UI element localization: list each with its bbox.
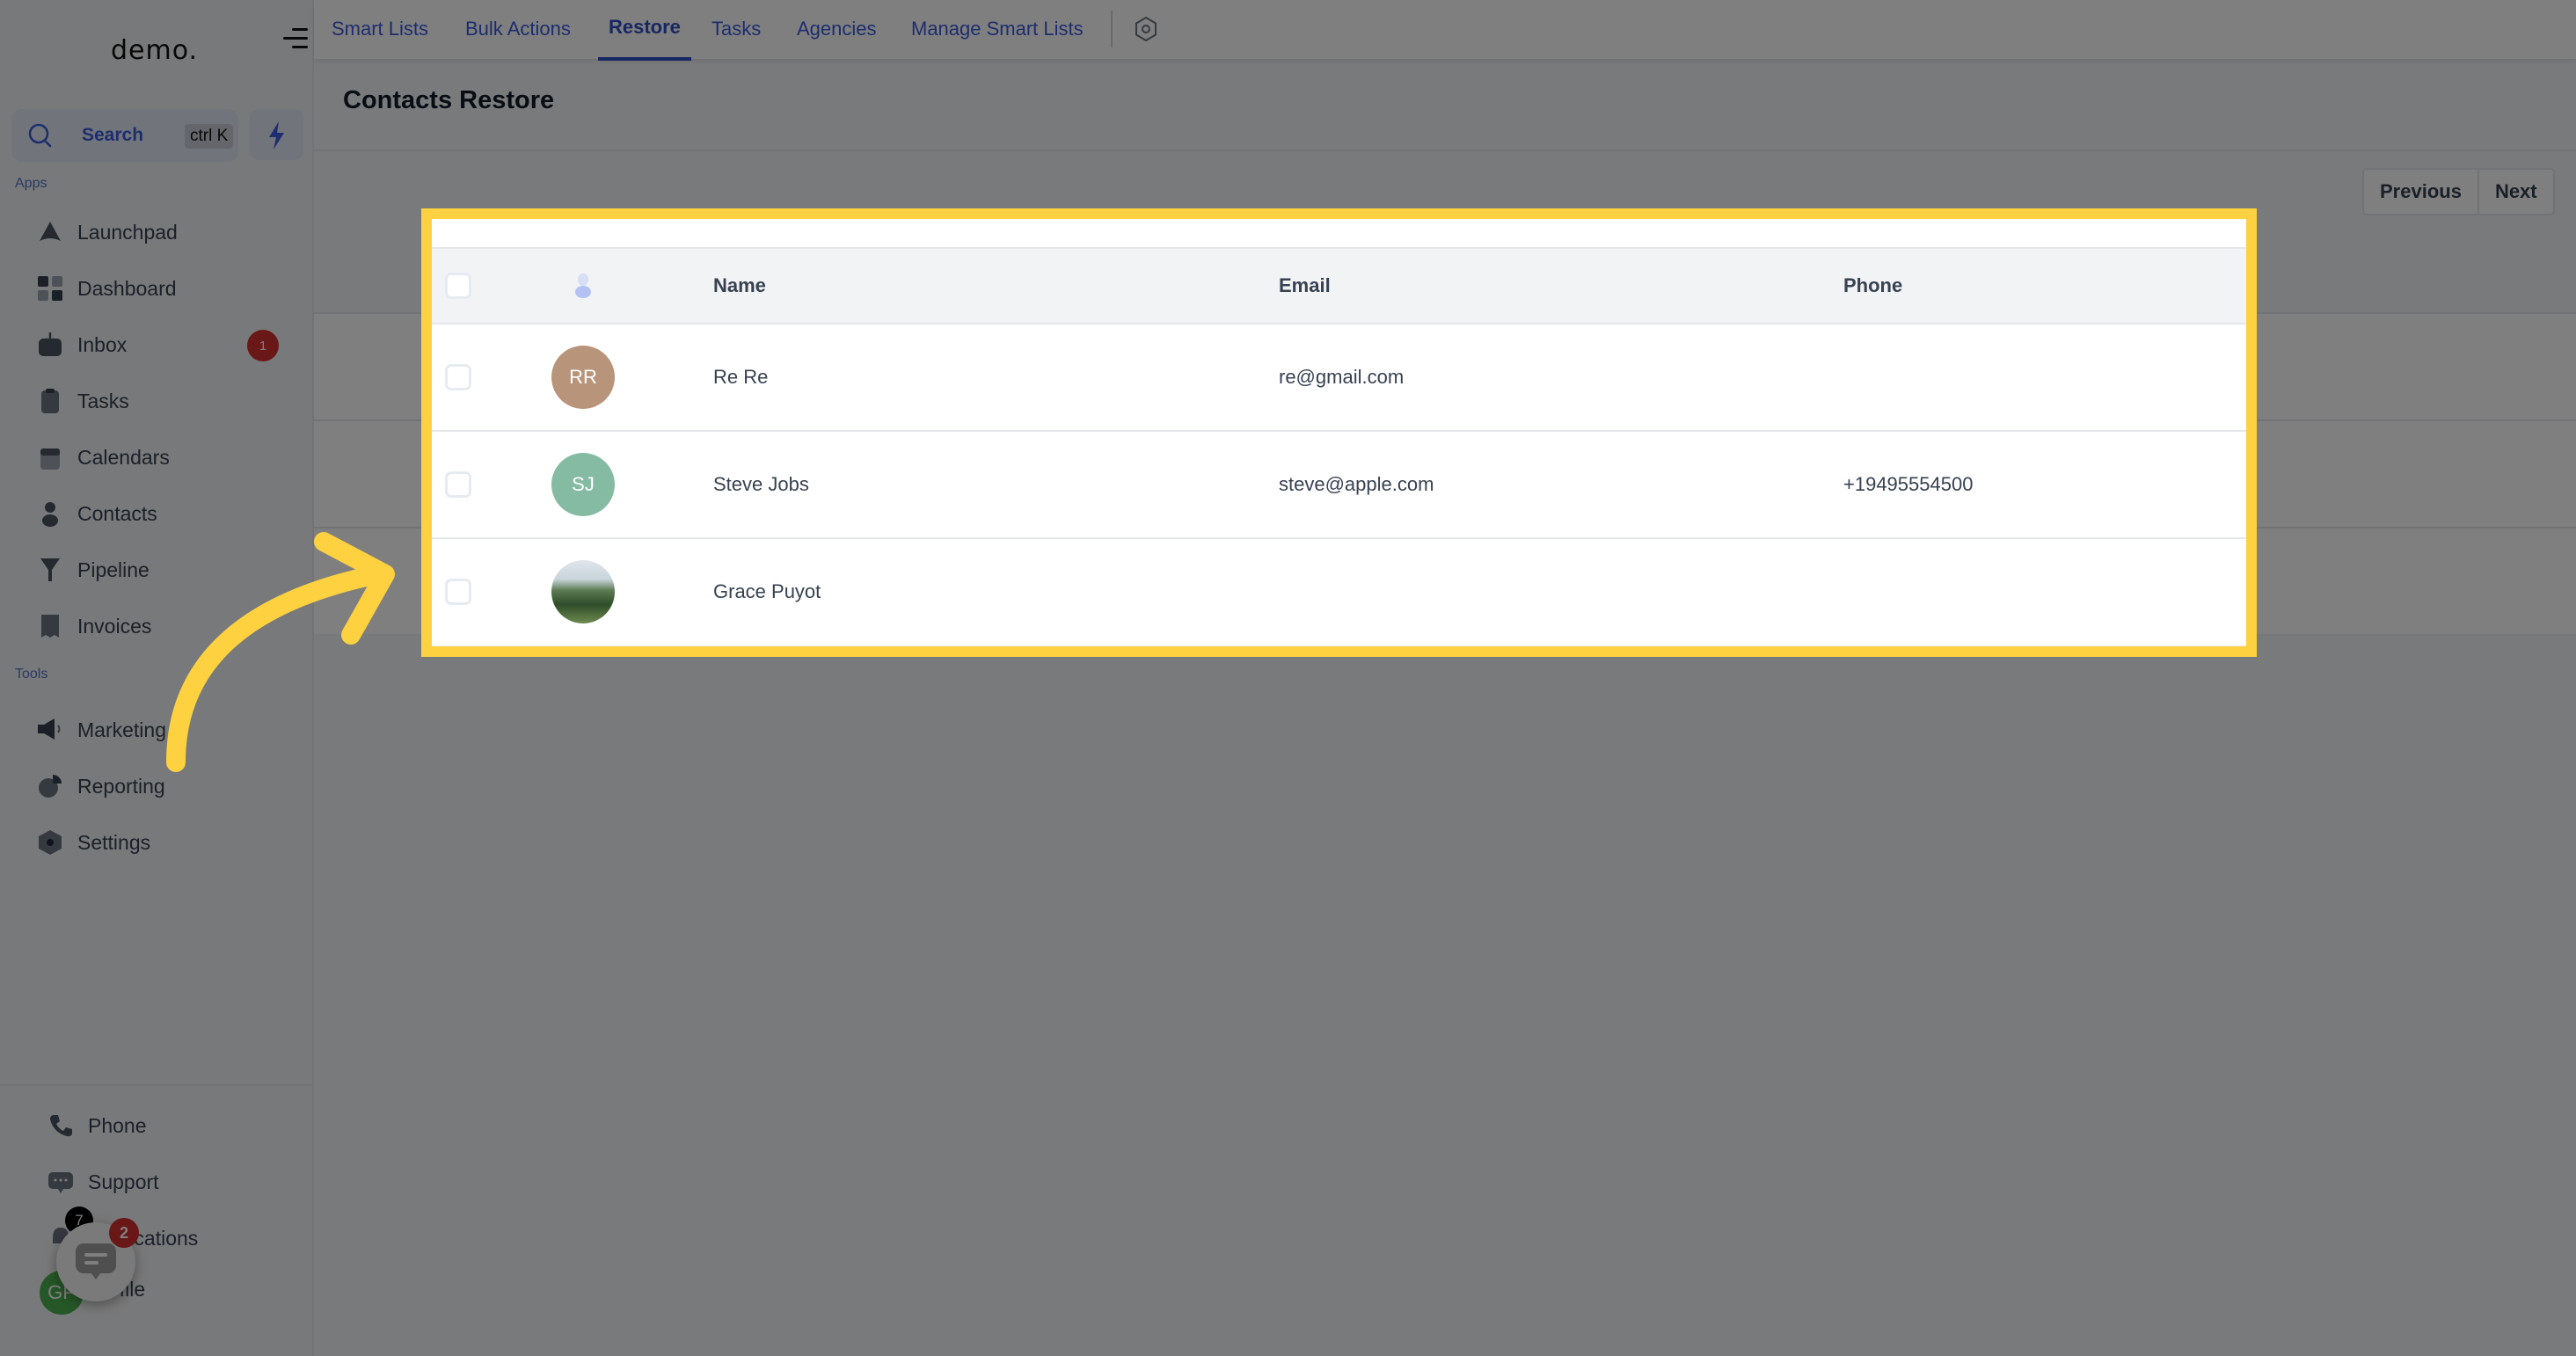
sidebar-item-label: Contacts (77, 501, 157, 525)
inbox-badge: 1 (247, 330, 279, 361)
dim-overlay (0, 0, 2576, 1356)
previous-button[interactable]: Previous (2364, 170, 2477, 214)
sidebar-item-label: Settings (77, 830, 151, 854)
tab-tasks[interactable]: Tasks (712, 0, 761, 61)
table-header: Name Email Phone (432, 247, 2246, 323)
settings-icon (35, 827, 65, 857)
chat-badge: 2 (109, 1218, 139, 1248)
next-button[interactable]: Next (2477, 170, 2553, 214)
contact-avatar: SJ (551, 453, 615, 516)
dashboard-icon (35, 273, 65, 303)
sidebar-item-launchpad[interactable]: Launchpad (35, 213, 290, 252)
sidebar-item-tasks[interactable]: Tasks (35, 382, 290, 420)
megaphone-icon (35, 715, 65, 745)
page-title: Contacts Restore (343, 86, 555, 114)
table-row[interactable]: SJ Steve Jobs steve@apple.com +19495554500 (432, 430, 2246, 537)
highlighted-contacts-table: Name Email Phone RR Re Re re@gmail.com SJ St… (421, 208, 2257, 657)
sidebar-item-marketing[interactable]: Marketing (35, 711, 290, 749)
sidebar-divider (0, 1084, 314, 1086)
sidebar-item-label: Calendars (77, 445, 170, 469)
contact-avatar (551, 560, 615, 623)
table-row[interactable]: RR Re Re re@gmail.com (432, 323, 2246, 430)
sidebar-item-label: Reporting (77, 774, 165, 798)
contact-email: re@gmail.com (1279, 366, 1405, 388)
sidebar-item-label: Inbox (77, 332, 128, 356)
lightning-icon (269, 121, 284, 149)
column-header-name[interactable]: Name (713, 249, 766, 323)
sidebar: demo. Search ctrl K Apps Launchpad Dashb… (0, 0, 314, 1356)
section-label-tools: Tools (15, 667, 48, 682)
search-button[interactable]: Search ctrl K (11, 109, 238, 162)
contacts-icon (35, 499, 65, 529)
logo: demo. (111, 35, 199, 66)
sidebar-item-reporting[interactable]: Reporting (35, 767, 290, 806)
title-divider (314, 149, 2576, 151)
sidebar-item-label: Dashboard (77, 276, 177, 300)
pie-chart-icon (35, 771, 65, 801)
sidebar-item-contacts[interactable]: Contacts (35, 494, 290, 533)
sidebar-item-label: Launchpad (77, 220, 178, 244)
sidebar-item-calendars[interactable]: Calendars (35, 438, 290, 477)
sidebar-item-pipeline[interactable]: Pipeline (35, 550, 290, 589)
row-checkbox[interactable] (445, 364, 471, 390)
tab-manage-smart-lists[interactable]: Manage Smart Lists (911, 0, 1084, 61)
invoice-icon (35, 611, 65, 641)
sidebar-item-label: Invoices (77, 614, 152, 638)
sidebar-item-label: Tasks (77, 389, 129, 412)
chat-icon (76, 1243, 116, 1279)
search-shortcut: ctrl K (185, 124, 234, 149)
pagination: Previous Next (2362, 168, 2555, 215)
pipeline-icon (35, 555, 65, 585)
row-checkbox[interactable] (445, 579, 471, 605)
sidebar-item-invoices[interactable]: Invoices (35, 607, 290, 645)
tasks-icon (35, 386, 65, 416)
row-checkbox[interactable] (445, 471, 471, 498)
column-header-email[interactable]: Email (1279, 249, 1331, 323)
rocket-icon (35, 217, 65, 247)
sidebar-item-label: Support (88, 1170, 159, 1193)
tab-smart-lists[interactable]: Smart Lists (332, 0, 428, 61)
sidebar-item-label: Marketing (77, 718, 166, 741)
top-nav: Smart Lists Bulk Actions Restore Tasks A… (314, 0, 2576, 61)
select-all-checkbox[interactable] (445, 273, 471, 299)
sidebar-item-label: Phone (88, 1113, 147, 1137)
sidebar-item-settings[interactable]: Settings (35, 823, 290, 862)
contact-name[interactable]: Grace Puyot (713, 539, 821, 645)
avatar-column-icon (575, 273, 591, 298)
sidebar-item-label: Pipeline (77, 558, 150, 581)
quick-actions-button[interactable] (250, 109, 303, 160)
tab-restore[interactable]: Restore (598, 0, 691, 61)
sidebar-item-phone[interactable]: Phone (46, 1106, 301, 1145)
contact-phone: +19495554500 (1843, 473, 1974, 495)
table-row[interactable]: Grace Puyot (432, 537, 2246, 645)
section-label-apps: Apps (15, 176, 47, 191)
tab-agencies[interactable]: Agencies (797, 0, 877, 61)
contact-avatar: RR (551, 346, 615, 409)
contact-name[interactable]: Re Re (713, 324, 768, 430)
search-icon (28, 123, 52, 148)
contact-email: steve@apple.com (1279, 473, 1434, 495)
column-header-phone[interactable]: Phone (1843, 249, 1902, 323)
calendar-icon (35, 442, 65, 472)
support-icon (46, 1167, 76, 1197)
collapse-sidebar-icon[interactable] (283, 28, 308, 49)
tab-divider (1111, 11, 1113, 47)
phone-icon (46, 1111, 76, 1141)
contact-name[interactable]: Steve Jobs (713, 432, 809, 537)
inbox-icon (35, 330, 65, 360)
sidebar-item-dashboard[interactable]: Dashboard (35, 269, 290, 308)
tab-bulk-actions[interactable]: Bulk Actions (465, 0, 571, 61)
search-label: Search (82, 125, 144, 145)
sidebar-item-support[interactable]: Support (46, 1163, 301, 1201)
settings-icon[interactable] (1133, 16, 1159, 42)
